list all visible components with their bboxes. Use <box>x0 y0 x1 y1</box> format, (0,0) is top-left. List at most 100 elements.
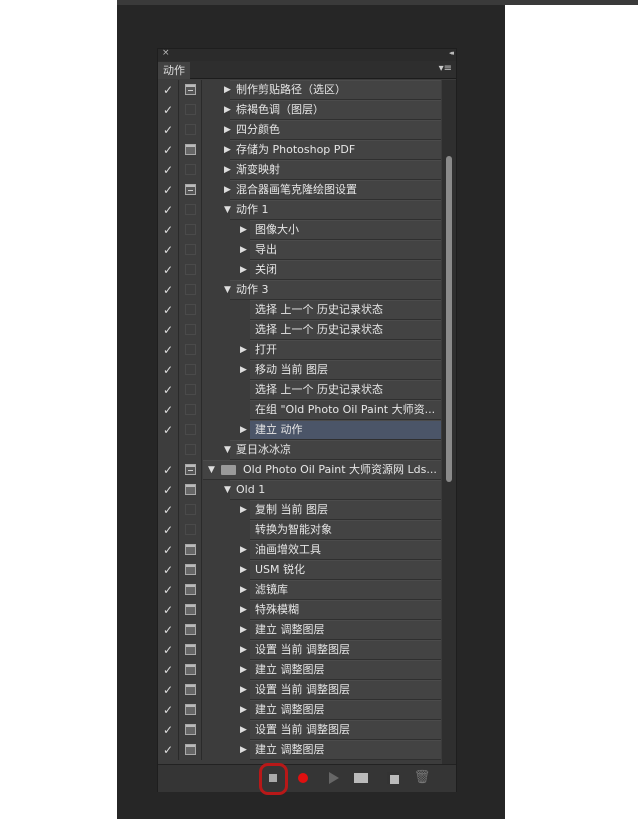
toggle-checkbox[interactable]: ✓ <box>158 100 179 120</box>
toggle-checkbox[interactable]: ✓ <box>158 480 179 500</box>
toggle-checkbox[interactable]: ✓ <box>158 360 179 380</box>
collapsed-triangle-icon[interactable]: ▶ <box>240 640 247 660</box>
dialog-toggle[interactable] <box>180 680 202 700</box>
dialog-toggle[interactable] <box>180 240 202 260</box>
action-row[interactable]: ✓ ▶ 设置 当前 调整图层 <box>158 640 441 660</box>
toggle-checkbox[interactable]: ✓ <box>158 340 179 360</box>
dialog-toggle[interactable] <box>180 420 202 440</box>
toggle-checkbox[interactable]: ✓ <box>158 680 179 700</box>
toggle-checkbox[interactable]: ✓ <box>158 640 179 660</box>
dialog-toggle[interactable] <box>180 300 202 320</box>
dialog-toggle[interactable] <box>180 620 202 640</box>
toggle-checkbox[interactable]: ✓ <box>158 320 179 340</box>
action-row[interactable]: ✓ ▼ 动作 1 <box>158 200 441 220</box>
dialog-toggle[interactable] <box>180 720 202 740</box>
toggle-checkbox[interactable]: ✓ <box>158 560 179 580</box>
action-row[interactable]: ✓ ▶ 存储为 Photoshop PDF <box>158 140 441 160</box>
toggle-checkbox[interactable]: ✓ <box>158 80 179 100</box>
scrollbar-thumb[interactable] <box>446 156 452 482</box>
dialog-toggle[interactable] <box>180 80 202 100</box>
action-row[interactable]: ✓ ▶ 四分颜色 <box>158 120 441 140</box>
dialog-toggle[interactable] <box>180 120 202 140</box>
expanded-triangle-icon[interactable]: ▼ <box>224 440 231 460</box>
expanded-triangle-icon[interactable]: ▼ <box>208 460 215 480</box>
stop-button[interactable] <box>263 769 283 787</box>
toggle-checkbox[interactable]: ✓ <box>158 400 179 420</box>
collapsed-triangle-icon[interactable]: ▶ <box>224 100 231 120</box>
toggle-checkbox[interactable]: ✓ <box>158 140 179 160</box>
dialog-toggle[interactable] <box>180 220 202 240</box>
collapsed-triangle-icon[interactable]: ▶ <box>224 180 231 200</box>
action-row[interactable]: ✓ ▶ 建立 调整图层 <box>158 620 441 640</box>
action-row[interactable]: ▼ 夏日冰冰凉 <box>158 440 441 460</box>
dialog-toggle[interactable] <box>180 340 202 360</box>
collapsed-triangle-icon[interactable]: ▶ <box>240 720 247 740</box>
action-row[interactable]: ✓ ▶ 渐变映射 <box>158 160 441 180</box>
toggle-checkbox[interactable]: ✓ <box>158 500 179 520</box>
close-icon[interactable]: × <box>162 48 170 58</box>
collapsed-triangle-icon[interactable]: ▶ <box>224 160 231 180</box>
dialog-toggle[interactable] <box>180 380 202 400</box>
action-row[interactable]: ✓ 选择 上一个 历史记录状态 <box>158 300 441 320</box>
scrollbar[interactable] <box>442 80 456 764</box>
action-row[interactable]: ✓ ▼ 动作 3 <box>158 280 441 300</box>
toggle-checkbox[interactable]: ✓ <box>158 160 179 180</box>
dialog-toggle[interactable] <box>180 320 202 340</box>
action-row[interactable]: ✓ ▶ 建立 调整图层 <box>158 700 441 720</box>
action-row[interactable]: ✓ ▶ 油画增效工具 <box>158 540 441 560</box>
collapsed-triangle-icon[interactable]: ▶ <box>240 620 247 640</box>
action-row[interactable]: ✓ ▶ 建立 动作 <box>158 420 441 440</box>
collapsed-triangle-icon[interactable]: ▶ <box>240 560 247 580</box>
dialog-toggle[interactable] <box>180 520 202 540</box>
action-row[interactable]: ✓ 在组 "Old Photo Oil Paint 大师资... <box>158 400 441 420</box>
toggle-checkbox[interactable]: ✓ <box>158 420 179 440</box>
dialog-toggle[interactable] <box>180 540 202 560</box>
dialog-toggle[interactable] <box>180 360 202 380</box>
action-row[interactable]: ✓ 选择 上一个 历史记录状态 <box>158 320 441 340</box>
toggle-checkbox[interactable]: ✓ <box>158 460 179 480</box>
action-row[interactable]: ✓ ▶ 混合器画笔克隆绘图设置 <box>158 180 441 200</box>
toggle-checkbox[interactable]: ✓ <box>158 660 179 680</box>
collapsed-triangle-icon[interactable]: ▶ <box>240 660 247 680</box>
toggle-checkbox[interactable]: ✓ <box>158 300 179 320</box>
play-button[interactable] <box>323 769 343 787</box>
collapsed-triangle-icon[interactable]: ▶ <box>240 700 247 720</box>
collapsed-triangle-icon[interactable]: ▶ <box>240 500 247 520</box>
dialog-toggle[interactable] <box>180 200 202 220</box>
expanded-triangle-icon[interactable]: ▼ <box>224 480 231 500</box>
action-row[interactable]: ✓ ▶ 导出 <box>158 240 441 260</box>
action-row[interactable]: ✓ ▶ 复制 当前 图层 <box>158 500 441 520</box>
dialog-toggle[interactable] <box>180 280 202 300</box>
toggle-checkbox[interactable]: ✓ <box>158 260 179 280</box>
expanded-triangle-icon[interactable]: ▼ <box>224 280 231 300</box>
dialog-toggle[interactable] <box>180 260 202 280</box>
action-row[interactable]: ✓ ▼ Old Photo Oil Paint 大师资源网 Lds... <box>158 460 441 480</box>
dialog-toggle[interactable] <box>180 480 202 500</box>
collapsed-triangle-icon[interactable]: ▶ <box>224 140 231 160</box>
toggle-checkbox[interactable]: ✓ <box>158 580 179 600</box>
collapsed-triangle-icon[interactable]: ▶ <box>240 360 247 380</box>
action-row[interactable]: ✓ ▼ Old 1 <box>158 480 441 500</box>
action-row[interactable]: ✓ ▶ 特殊模糊 <box>158 600 441 620</box>
toggle-checkbox[interactable]: ✓ <box>158 520 179 540</box>
toggle-checkbox[interactable]: ✓ <box>158 120 179 140</box>
action-row[interactable]: ✓ ▶ 图像大小 <box>158 220 441 240</box>
toggle-checkbox[interactable]: ✓ <box>158 700 179 720</box>
expanded-triangle-icon[interactable]: ▼ <box>224 200 231 220</box>
toggle-checkbox[interactable]: ✓ <box>158 240 179 260</box>
dialog-toggle[interactable] <box>180 640 202 660</box>
dialog-toggle[interactable] <box>180 440 202 460</box>
collapsed-triangle-icon[interactable]: ▶ <box>240 580 247 600</box>
dialog-toggle[interactable] <box>180 460 202 480</box>
dialog-toggle[interactable] <box>180 580 202 600</box>
collapse-icon[interactable]: ◂◂ <box>449 49 454 57</box>
dialog-toggle[interactable] <box>180 140 202 160</box>
dialog-toggle[interactable] <box>180 180 202 200</box>
dialog-toggle[interactable] <box>180 740 202 760</box>
collapsed-triangle-icon[interactable]: ▶ <box>240 340 247 360</box>
dialog-toggle[interactable] <box>180 100 202 120</box>
dialog-toggle[interactable] <box>180 660 202 680</box>
toggle-checkbox[interactable]: ✓ <box>158 280 179 300</box>
collapsed-triangle-icon[interactable]: ▶ <box>240 260 247 280</box>
toggle-checkbox[interactable]: ✓ <box>158 540 179 560</box>
